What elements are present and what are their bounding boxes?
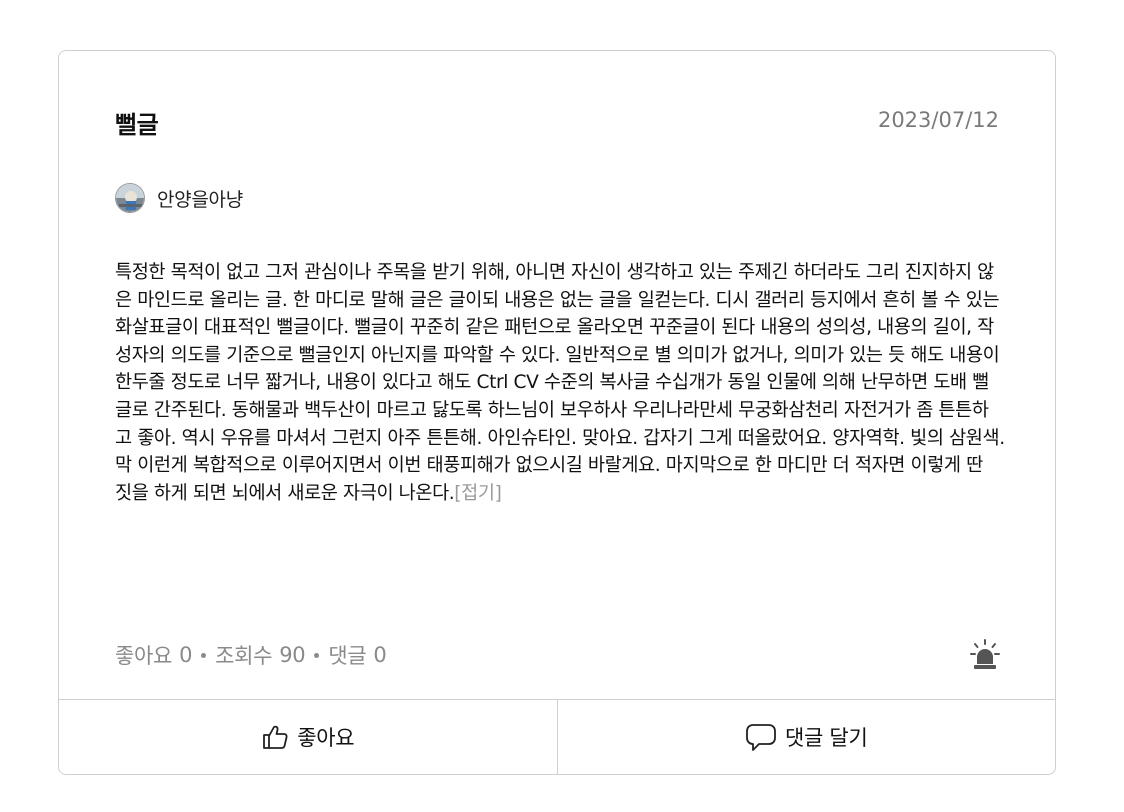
separator-dot (314, 652, 320, 658)
action-bar: 좋아요 댓글 달기 (59, 699, 1055, 774)
like-button-label: 좋아요 (297, 726, 355, 750)
fold-link[interactable]: [접기] (454, 483, 502, 504)
comments-stat-count: 0 (373, 643, 387, 667)
post-stats: 좋아요 0 조회수 90 댓글 0 (115, 640, 387, 670)
separator-dot (201, 652, 207, 658)
comment-button[interactable]: 댓글 달기 (556, 700, 1056, 774)
post-card: 뻘글 2023/07/12 안양을아냥 특정한 목적이 없고 그저 관심이나 주… (58, 50, 1056, 775)
comments-stat-label: 댓글 (328, 644, 367, 668)
post-title: 뻘글 (115, 111, 159, 139)
report-button[interactable] (967, 637, 1003, 673)
likes-stat-label: 좋아요 (115, 644, 173, 668)
post-body: 특정한 목적이 없고 그저 관심이나 주목을 받기 위해, 아니면 자신이 생각… (115, 259, 1005, 507)
views-stat-count: 90 (279, 643, 306, 667)
thumbs-up-icon (263, 725, 288, 749)
avatar-image (116, 184, 144, 212)
siren-icon (970, 639, 1000, 669)
comment-button-label: 댓글 달기 (785, 726, 868, 750)
like-button[interactable]: 좋아요 (59, 700, 557, 774)
views-stat-label: 조회수 (215, 644, 273, 668)
post-body-text: 특정한 목적이 없고 그저 관심이나 주목을 받기 위해, 아니면 자신이 생각… (115, 262, 1005, 504)
author-row[interactable]: 안양을아냥 (115, 183, 243, 213)
likes-stat-count: 0 (179, 643, 193, 667)
post-date: 2023/07/12 (877, 108, 999, 132)
avatar[interactable] (115, 183, 145, 213)
author-name[interactable]: 안양을아냥 (157, 185, 243, 212)
speech-bubble-icon (746, 724, 776, 751)
